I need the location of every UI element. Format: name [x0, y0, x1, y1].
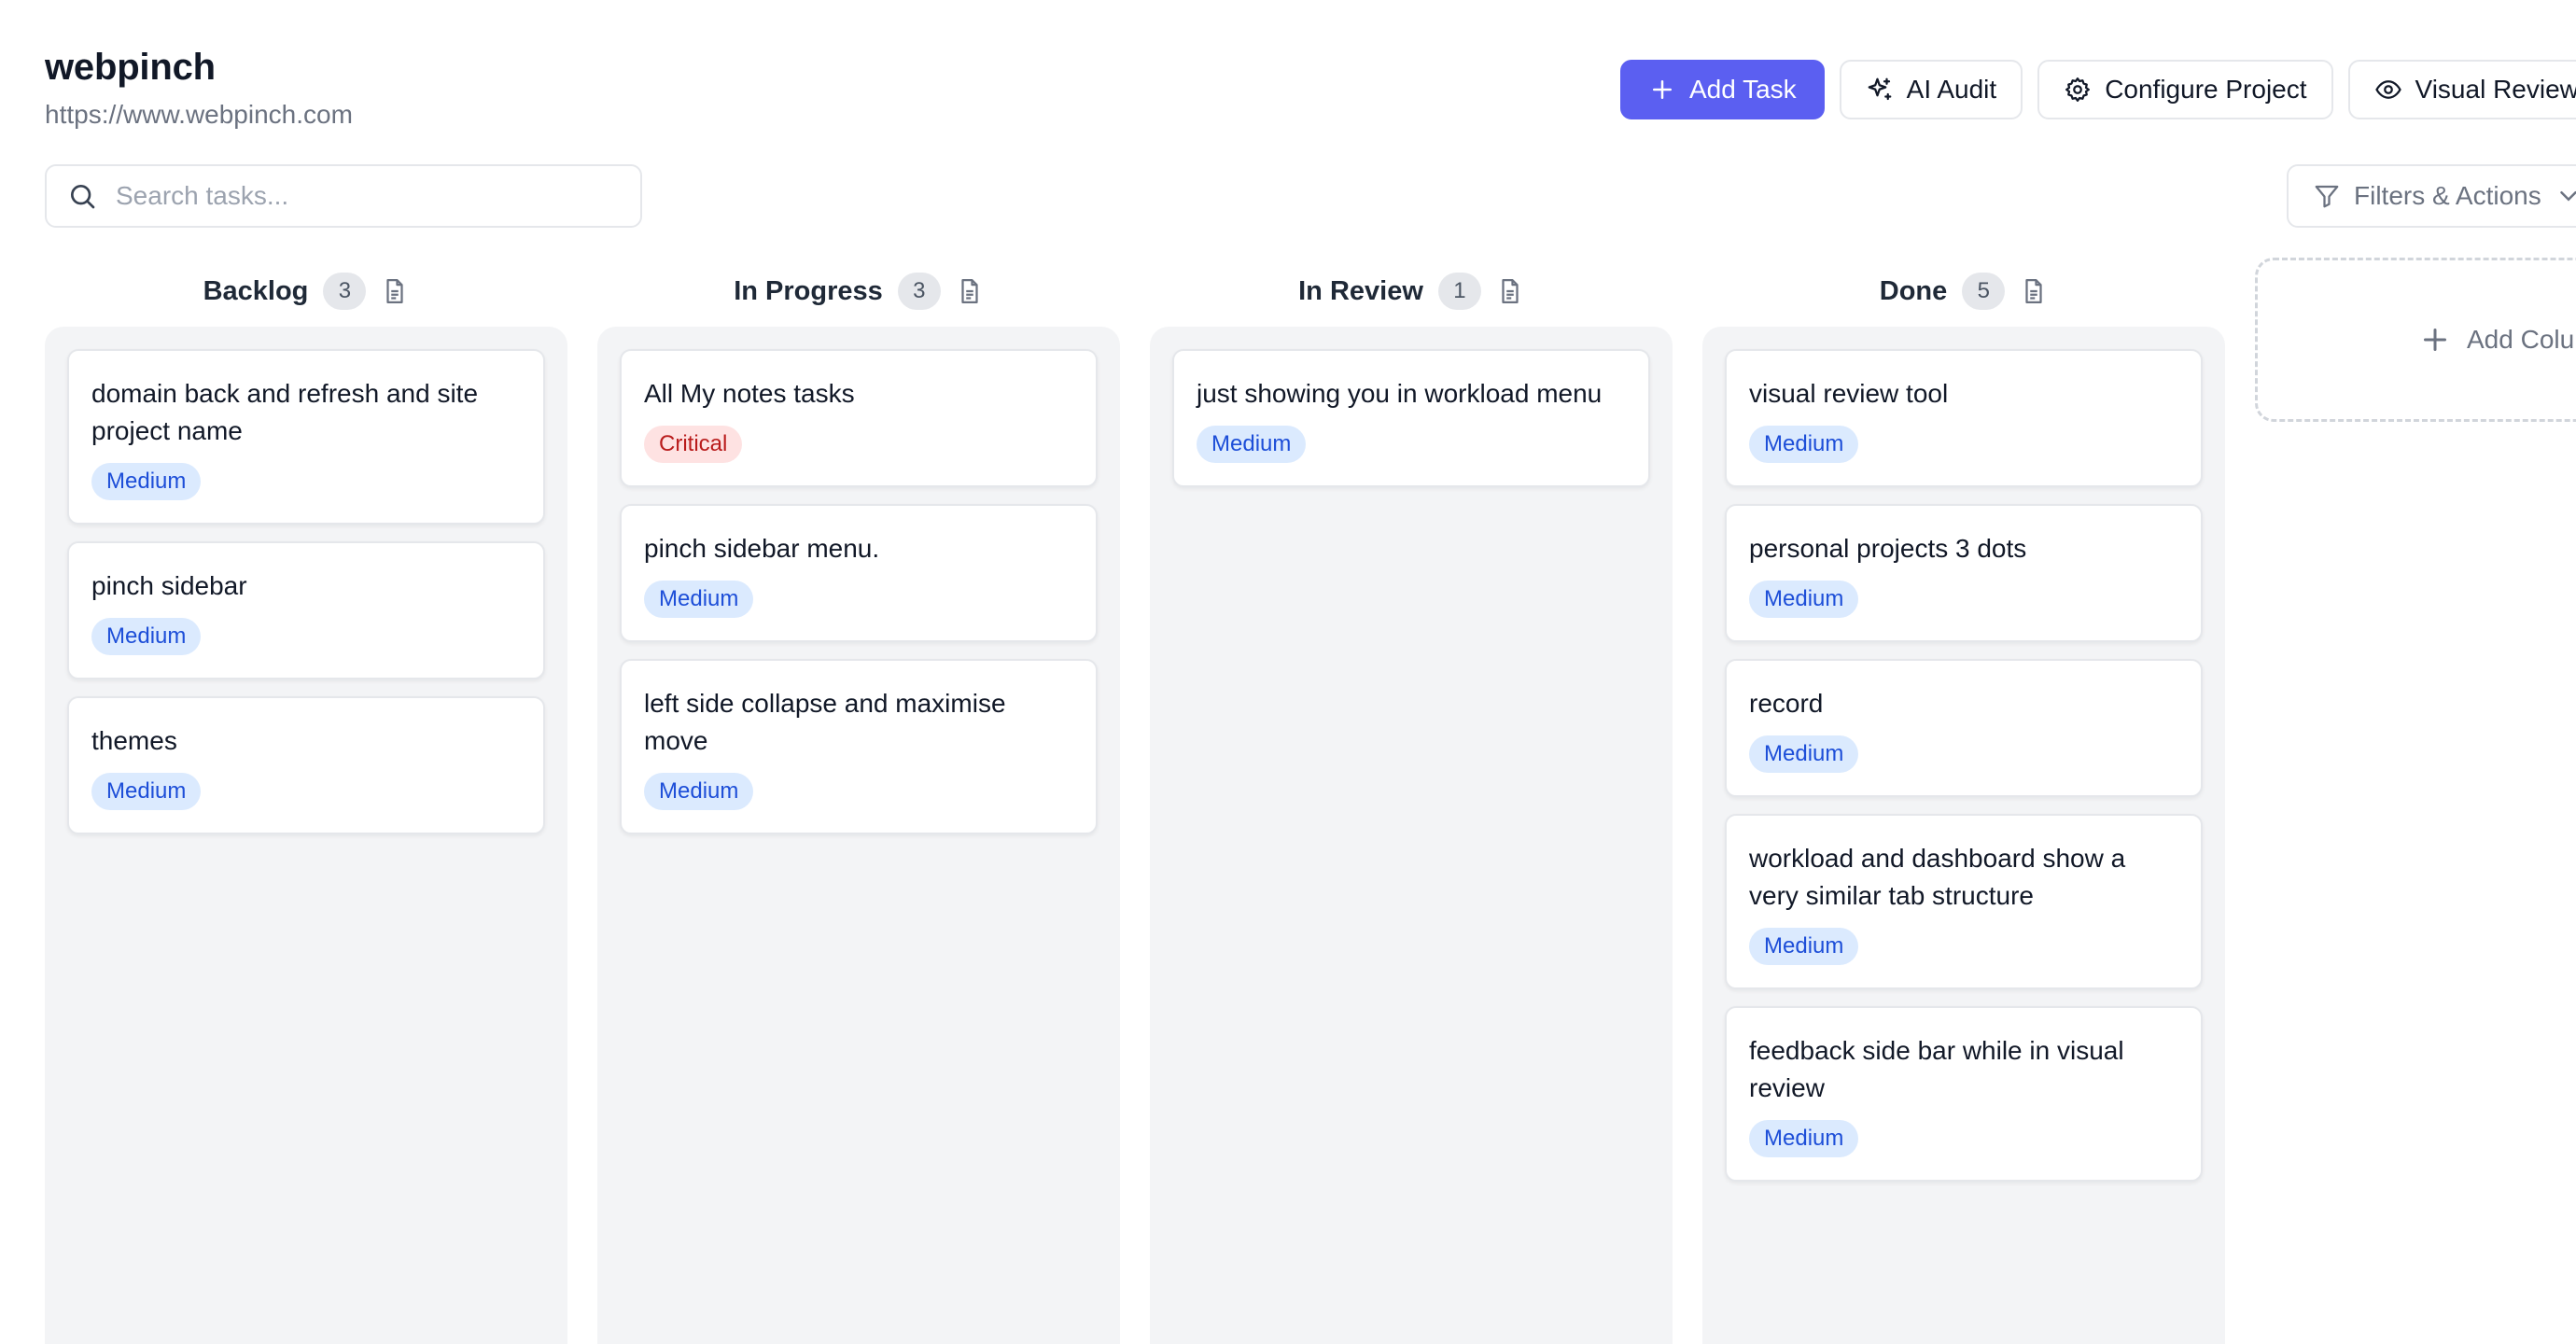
priority-badge: Critical — [644, 426, 743, 463]
project-title: webpinch — [45, 47, 216, 88]
task-title: pinch sidebar menu. — [644, 534, 880, 563]
task-card[interactable]: just showing you in workload menu Medium — [1172, 349, 1650, 487]
plus-icon — [1653, 80, 1672, 99]
priority-badge: Medium — [91, 463, 202, 500]
kanban-page: webpinch https://www.webpinch.com Add Ta… — [0, 0, 2576, 1344]
priority-badge: Medium — [1749, 581, 1859, 618]
column-count-badge: 1 — [1437, 273, 1481, 310]
column-header: Done 5 — [1702, 265, 2225, 317]
add-task-label: Add Task — [1689, 75, 1797, 104]
visual-review-label: Visual Review — [2415, 75, 2576, 104]
task-title: record — [1749, 689, 1824, 718]
task-title: domain back and refresh and site project… — [91, 379, 479, 445]
plus-icon — [2424, 329, 2446, 351]
column-header: In Review 1 — [1150, 265, 1673, 317]
search-box — [45, 164, 642, 228]
task-title: All My notes tasks — [644, 379, 855, 408]
column-title: In Progress — [734, 275, 883, 306]
task-title: feedback side bar while in visual review — [1749, 1036, 2124, 1102]
task-title: left side collapse and maximise move — [644, 689, 1006, 755]
toolbar: Add Task AI Audit Configure Project Visu… — [1620, 60, 2576, 119]
column-title: Backlog — [203, 275, 309, 306]
configure-project-label: Configure Project — [2105, 75, 2307, 104]
priority-badge: Medium — [91, 773, 202, 810]
task-card[interactable]: pinch sidebar menu. Medium — [620, 504, 1098, 642]
task-card[interactable]: domain back and refresh and site project… — [67, 349, 545, 525]
visual-review-button[interactable]: Visual Review — [2347, 60, 2576, 119]
add-column-button[interactable]: Add Column — [2255, 258, 2576, 422]
priority-badge: Medium — [1749, 928, 1859, 965]
column-header: Backlog 3 — [45, 265, 567, 317]
column-count-badge: 3 — [897, 273, 941, 310]
task-card[interactable]: All My notes tasks Critical — [620, 349, 1098, 487]
task-card[interactable]: personal projects 3 dots Medium — [1725, 504, 2203, 642]
project-header: webpinch https://www.webpinch.com — [45, 47, 353, 130]
priority-badge: Medium — [1749, 426, 1859, 463]
priority-badge: Medium — [644, 581, 754, 618]
document-icon[interactable] — [1496, 277, 1524, 305]
filters-label: Filters & Actions — [2354, 181, 2541, 210]
task-card[interactable]: visual review tool Medium — [1725, 349, 2203, 487]
column-count-badge: 3 — [323, 273, 367, 310]
document-icon[interactable] — [2020, 277, 2048, 305]
search-icon — [71, 185, 95, 209]
column-body: domain back and refresh and site project… — [45, 327, 567, 1344]
task-title: just showing you in workload menu — [1197, 379, 1603, 408]
task-title: personal projects 3 dots — [1749, 534, 2027, 563]
task-title: pinch sidebar — [91, 571, 247, 600]
search-input[interactable] — [116, 181, 601, 211]
task-card[interactable]: pinch sidebar Medium — [67, 541, 545, 679]
add-task-button[interactable]: Add Task — [1620, 60, 1825, 119]
filters-actions-button[interactable]: Filters & Actions — [2287, 164, 2576, 228]
eye-icon — [2374, 80, 2401, 99]
kanban-board: Backlog 3 domain back and refresh and si… — [45, 265, 2225, 1344]
column-in-review: In Review 1 just showing you in workload… — [1150, 265, 1673, 1344]
task-title: themes — [91, 726, 177, 755]
configure-project-button[interactable]: Configure Project — [2037, 60, 2333, 119]
task-card[interactable]: record Medium — [1725, 659, 2203, 797]
task-title: workload and dashboard show a very simil… — [1749, 844, 2126, 910]
column-body: visual review tool Medium personal proje… — [1702, 327, 2225, 1344]
priority-badge: Medium — [1749, 1120, 1859, 1157]
filter-icon — [2315, 185, 2339, 208]
column-body: just showing you in workload menu Medium — [1150, 327, 1673, 1344]
priority-badge: Medium — [644, 773, 754, 810]
column-title: In Review — [1298, 275, 1423, 306]
chevron-down-icon — [2559, 191, 2576, 202]
column-title: Done — [1879, 275, 1948, 306]
column-backlog: Backlog 3 domain back and refresh and si… — [45, 265, 567, 1344]
column-body: All My notes tasks Critical pinch sideba… — [597, 327, 1120, 1344]
document-icon[interactable] — [956, 277, 984, 305]
task-card[interactable]: left side collapse and maximise move Med… — [620, 659, 1098, 834]
ai-audit-label: AI Audit — [1906, 75, 1997, 104]
task-card[interactable]: feedback side bar while in visual review… — [1725, 1006, 2203, 1182]
priority-badge: Medium — [91, 618, 202, 655]
project-url: https://www.webpinch.com — [45, 100, 353, 129]
add-column-label: Add Column — [2467, 325, 2576, 354]
task-title: visual review tool — [1749, 379, 1949, 408]
document-icon[interactable] — [381, 277, 409, 305]
gear-icon — [2065, 77, 2091, 102]
column-done: Done 5 visual review tool Medium persona… — [1702, 265, 2225, 1344]
ai-audit-button[interactable]: AI Audit — [1839, 60, 2023, 119]
column-count-badge: 5 — [1962, 273, 2006, 310]
column-in-progress: In Progress 3 All My notes tasks Critica… — [597, 265, 1120, 1344]
priority-badge: Medium — [1749, 735, 1859, 773]
priority-badge: Medium — [1197, 426, 1307, 463]
task-card[interactable]: workload and dashboard show a very simil… — [1725, 814, 2203, 989]
task-card[interactable]: themes Medium — [67, 696, 545, 834]
sparkles-icon — [1868, 77, 1892, 101]
column-header: In Progress 3 — [597, 265, 1120, 317]
